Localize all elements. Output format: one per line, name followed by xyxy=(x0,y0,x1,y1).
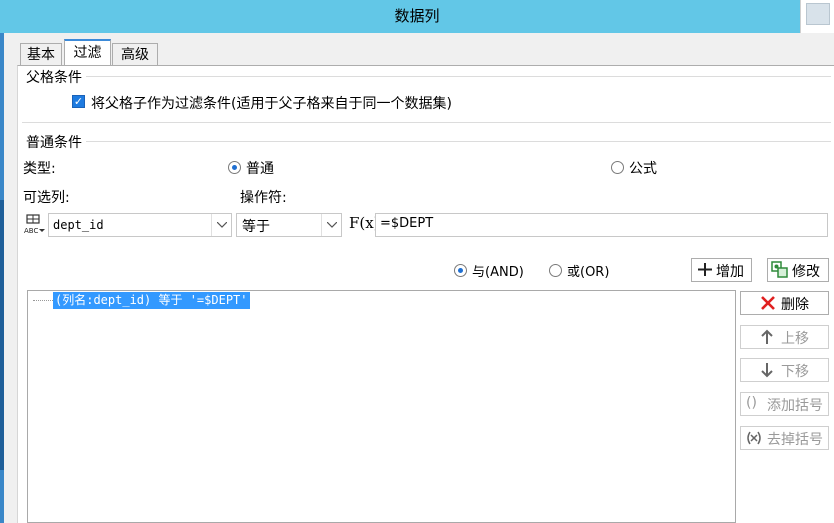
arrow-down-icon xyxy=(759,362,775,382)
logic-and-label: 与(AND) xyxy=(472,265,524,280)
window-title: 数据列 xyxy=(394,7,440,25)
logic-or-label: 或(OR) xyxy=(567,265,610,280)
column-select[interactable]: dept_id xyxy=(48,213,232,237)
parent-filter-checkbox-label: 将父格子作为过滤条件(适用于父子格来自于同一个数据集) xyxy=(91,96,452,112)
column-select-value: dept_id xyxy=(53,218,104,232)
move-up-button[interactable]: 上移 xyxy=(740,325,829,349)
add-condition-button[interactable]: 增加 xyxy=(691,258,752,282)
group-divider xyxy=(86,76,831,77)
type-formula-label: 公式 xyxy=(629,161,657,177)
condition-list-item[interactable]: (列名:dept_id) 等于 '=$DEPT' xyxy=(53,292,250,309)
delete-x-icon xyxy=(759,294,777,316)
tab-advanced[interactable]: 高级 xyxy=(112,43,158,65)
add-bracket-button[interactable]: () 添加括号 xyxy=(740,392,829,416)
logic-or-radio[interactable] xyxy=(549,264,562,277)
bracket-icon: () xyxy=(746,395,757,411)
group-label-normal-condition: 普通条件 xyxy=(26,135,82,151)
condition-list[interactable]: (列名:dept_id) 等于 '=$DEPT' xyxy=(27,290,736,523)
column-label: 可选列: xyxy=(23,190,70,206)
group-divider xyxy=(86,141,831,142)
delete-button[interactable]: 删除 xyxy=(740,291,829,315)
plus-icon xyxy=(697,260,713,282)
type-formula-radio[interactable] xyxy=(611,161,624,174)
operator-label: 操作符: xyxy=(240,190,287,206)
modify-condition-button[interactable]: 修改 xyxy=(767,258,829,282)
type-label: 类型: xyxy=(23,161,56,177)
chevron-down-icon[interactable] xyxy=(321,214,341,236)
column-type-icon: ABC xyxy=(24,213,46,235)
group-divider xyxy=(22,122,831,123)
formula-button[interactable]: F(x) xyxy=(347,213,380,237)
tree-connector xyxy=(33,300,53,302)
type-normal-label: 普通 xyxy=(246,161,274,177)
svg-text:ABC: ABC xyxy=(24,227,38,235)
condition-value-input[interactable]: =$DEPT xyxy=(375,213,828,237)
chevron-down-icon[interactable] xyxy=(211,214,231,236)
background-strip-dark xyxy=(0,200,4,470)
operator-select[interactable]: 等于 xyxy=(236,213,342,237)
close-button[interactable] xyxy=(806,3,830,25)
type-normal-radio[interactable] xyxy=(228,161,241,174)
operator-select-value: 等于 xyxy=(242,219,270,235)
tab-filter[interactable]: 过滤 xyxy=(64,39,111,65)
remove-bracket-button[interactable]: 去掉括号 xyxy=(740,426,829,450)
edit-icon xyxy=(771,261,789,283)
tab-basic[interactable]: 基本 xyxy=(20,43,62,65)
logic-and-radio[interactable] xyxy=(454,264,467,277)
arrow-up-icon xyxy=(759,329,775,349)
move-down-button[interactable]: 下移 xyxy=(740,358,829,382)
group-label-parent-condition: 父格条件 xyxy=(26,70,82,86)
parent-filter-checkbox[interactable]: ✓ xyxy=(72,95,85,108)
condition-value-text: =$DEPT xyxy=(380,216,434,231)
remove-bracket-icon xyxy=(745,429,763,451)
